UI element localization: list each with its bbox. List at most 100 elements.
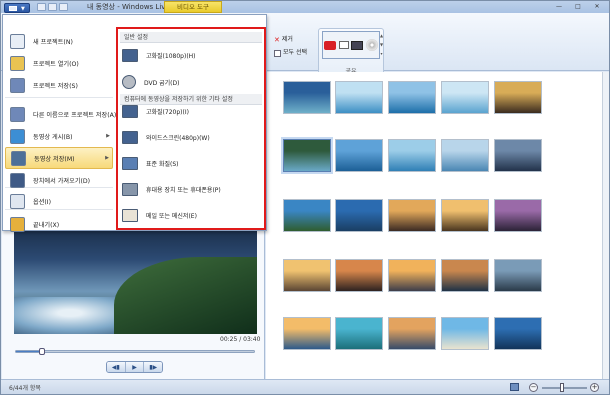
storyboard-thumbnail[interactable] [441, 199, 489, 232]
storyboard-thumbnail[interactable] [494, 81, 542, 114]
menu-separator [5, 97, 113, 98]
photo-share-icon[interactable] [338, 41, 349, 49]
save-option-common-0[interactable]: 고화질(1080p)(H) [122, 46, 262, 64]
disc-icon[interactable] [365, 39, 378, 51]
checkbox-icon [274, 49, 281, 57]
app-menu-item-7[interactable]: 옵션(I) [5, 190, 113, 212]
save-option-computer-1[interactable]: 와이드스크린(480p)(W) [122, 128, 262, 146]
chevron-right-icon: ▶ [105, 155, 109, 161]
qat-redo-icon[interactable] [59, 3, 68, 11]
window-controls: — □ ✕ [548, 2, 605, 12]
video-preview[interactable] [14, 227, 257, 334]
storyboard-thumbnail[interactable] [283, 317, 331, 350]
app-menu-button[interactable]: ▼ [4, 3, 30, 13]
storyboard-thumbnail[interactable] [335, 199, 383, 232]
storyboard-thumbnail[interactable] [388, 199, 436, 232]
save-option-label: DVD 굽기(D) [144, 79, 180, 87]
storyboard-thumbnail[interactable] [494, 199, 542, 232]
status-bar: 6/44개 항목 − + [1, 379, 609, 394]
maximize-button[interactable]: □ [570, 2, 586, 11]
app-menu-commands: 새 프로젝트(N) 프로젝트 열기(O) 프로젝트 저장(S) 다른 이름으로 프로젝… [3, 27, 117, 232]
remove-label: 제거 [281, 36, 293, 43]
title-bar: ▼ 내 동영상 - Windows Live 무비... 비디오 도구 — □ … [1, 1, 609, 13]
storyboard-thumbnail[interactable] [441, 81, 489, 114]
seek-thumb[interactable] [39, 348, 46, 355]
save-option-common-1[interactable]: DVD 굽기(D) [122, 73, 262, 91]
storyboard-scrollbar[interactable] [602, 72, 609, 379]
zoom-slider[interactable] [542, 387, 587, 389]
storyboard-thumbnail[interactable] [494, 259, 542, 292]
hd-720-icon [122, 104, 138, 118]
storyboard-thumbnail[interactable] [441, 259, 489, 292]
app-menu-item-label: 프로젝트 저장(S) [33, 82, 78, 90]
exit-icon [10, 216, 25, 232]
app-menu-item-0[interactable]: 새 프로젝트(N) [5, 30, 113, 52]
storyboard-thumbnail[interactable] [388, 139, 436, 172]
storyboard-thumbnail[interactable] [335, 317, 383, 350]
select-all-label: 모두 선택 [283, 49, 307, 56]
app-menu-item-8[interactable]: 끝내기(X) [5, 213, 113, 235]
share-gallery [322, 31, 380, 59]
app-menu-item-5[interactable]: 동영상 저장(M) ▶ [5, 147, 113, 169]
app-menu-item-1[interactable]: 프로젝트 열기(O) [5, 52, 113, 74]
storyboard-thumbnail[interactable] [335, 259, 383, 292]
qat-save-icon[interactable] [37, 3, 46, 11]
app-menu: 새 프로젝트(N) 프로젝트 열기(O) 프로젝트 저장(S) 다른 이름으로 프로젝… [2, 14, 267, 232]
minimize-button[interactable]: — [551, 2, 567, 11]
next-frame-button[interactable]: ▮▶ [144, 362, 162, 372]
storyboard-thumbnail[interactable] [335, 139, 383, 172]
app-menu-item-label: 옵션(I) [33, 198, 52, 206]
app-menu-item-label: 장치에서 가져오기(D) [33, 177, 91, 185]
gallery-scroll[interactable]: ▲ ▼ ▾ [379, 31, 384, 59]
save-option-computer-3[interactable]: 휴대용 장치 또는 휴대폰용(P) [122, 180, 262, 198]
zoom-in-button[interactable]: + [590, 383, 599, 392]
save-option-label: 고화질(1080p)(H) [146, 52, 196, 60]
app-menu-item-label: 동영상 게시(B) [33, 133, 73, 141]
save-as-icon [10, 106, 25, 122]
storyboard-thumbnail[interactable] [388, 259, 436, 292]
seek-bar[interactable] [15, 348, 255, 355]
storyboard-thumbnail[interactable] [441, 317, 489, 350]
video-tools-context-tab[interactable]: 비디오 도구 [164, 1, 222, 13]
previous-frame-button[interactable]: ◀▮ [107, 362, 126, 372]
zoom-out-button[interactable]: − [529, 383, 538, 392]
app-menu-item-3[interactable]: 다른 이름으로 프로젝트 저장(A) [5, 103, 117, 125]
youtube-icon[interactable] [324, 40, 337, 50]
app-menu-item-label: 끝내기(X) [33, 221, 60, 229]
app-menu-item-2[interactable]: 프로젝트 저장(S) [5, 74, 113, 96]
monitor-icon[interactable] [510, 383, 519, 391]
storyboard-thumbnail[interactable] [494, 139, 542, 172]
zoom-thumb[interactable] [560, 383, 565, 392]
storyboard-thumbnail[interactable] [283, 81, 331, 114]
storyboard-thumbnail[interactable] [494, 317, 542, 350]
app-menu-item-label: 다른 이름으로 프로젝트 저장(A) [33, 111, 117, 119]
storyboard-thumbnail[interactable] [388, 317, 436, 350]
submenu-header-common: 일반 설정 [120, 32, 262, 43]
app-menu-item-6[interactable]: 장치에서 가져오기(D) [5, 169, 113, 191]
storyboard-thumbnail[interactable] [283, 259, 331, 292]
save-option-computer-4[interactable]: 메일 또는 메신저(E) [122, 206, 262, 224]
cliff-image [114, 257, 257, 334]
save-option-label: 휴대용 장치 또는 휴대폰용(P) [146, 186, 221, 194]
storyboard-thumbnail[interactable] [283, 199, 331, 232]
monitor-icon[interactable] [351, 40, 364, 50]
save-icon [10, 77, 25, 93]
save-option-computer-0[interactable]: 고화질(720p)(I) [122, 102, 262, 120]
qat-undo-icon[interactable] [48, 3, 57, 11]
storyboard-thumbnail[interactable] [283, 139, 331, 172]
movie-maker-window: ▼ 내 동영상 - Windows Live 무비... 비디오 도구 — □ … [0, 0, 610, 395]
close-button[interactable]: ✕ [589, 2, 605, 11]
status-text: 6/44개 항목 [9, 385, 41, 392]
app-menu-item-4[interactable]: 동영상 게시(B) ▶ [5, 125, 113, 147]
new-project-icon [10, 33, 25, 49]
share-group: ▲▼▾ 공유 [318, 28, 384, 78]
select-all-button[interactable]: 모두 선택 [274, 48, 324, 58]
storyboard-thumbnail[interactable] [441, 139, 489, 172]
play-button[interactable]: ▶ [125, 362, 145, 372]
remove-button[interactable]: ✕ 제거 [274, 35, 302, 45]
close-icon: ✕ [274, 36, 280, 44]
save-option-computer-2[interactable]: 표준 화질(S) [122, 154, 262, 172]
storyboard-thumbnail[interactable] [335, 81, 383, 114]
hd-1080-icon [122, 48, 138, 62]
storyboard-thumbnail[interactable] [388, 81, 436, 114]
